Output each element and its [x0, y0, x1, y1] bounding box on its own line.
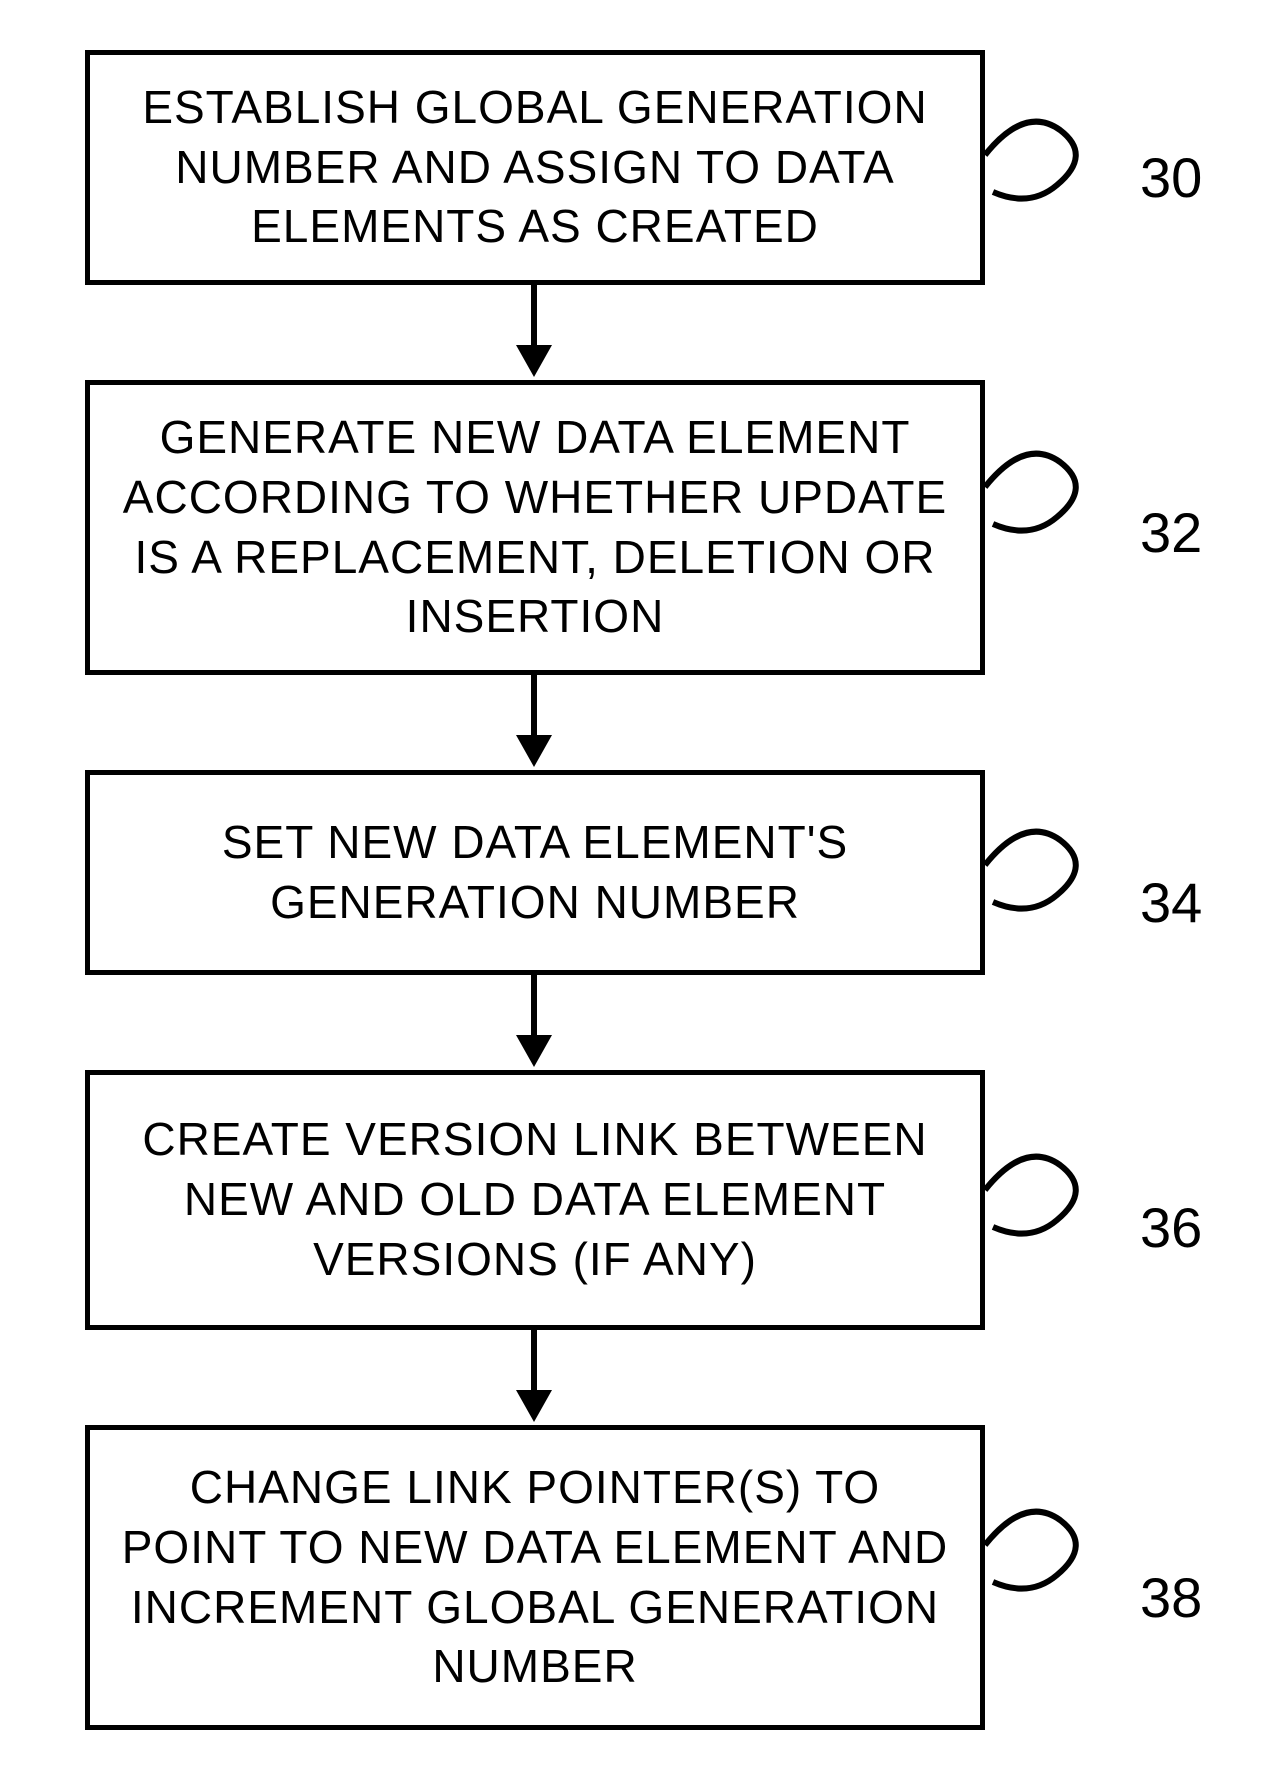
- step-text: CHANGE LINK POINTER(S) TO POINT TO NEW D…: [120, 1458, 950, 1697]
- connector-line: [985, 810, 1095, 920]
- flow-arrow: [531, 975, 537, 1035]
- step-text: GENERATE NEW DATA ELEMENT ACCORDING TO W…: [120, 408, 950, 647]
- connector-line: [985, 432, 1095, 542]
- arrow-head-icon: [516, 345, 552, 377]
- arrow-head-icon: [516, 1390, 552, 1422]
- flow-arrow: [531, 675, 537, 735]
- flowchart-step-32: GENERATE NEW DATA ELEMENT ACCORDING TO W…: [85, 380, 985, 675]
- flowchart-step-36: CREATE VERSION LINK BETWEEN NEW AND OLD …: [85, 1070, 985, 1330]
- connector-line: [985, 1135, 1095, 1245]
- flowchart-step-30: ESTABLISH GLOBAL GENERATION NUMBER AND A…: [85, 50, 985, 285]
- arrow-head-icon: [516, 735, 552, 767]
- flow-arrow: [531, 1330, 537, 1390]
- arrow-head-icon: [516, 1035, 552, 1067]
- flowchart-step-38: CHANGE LINK POINTER(S) TO POINT TO NEW D…: [85, 1425, 985, 1730]
- step-label: 32: [1140, 500, 1202, 565]
- step-label: 38: [1140, 1565, 1202, 1630]
- step-label: 30: [1140, 145, 1202, 210]
- flow-arrow: [531, 285, 537, 345]
- step-text: SET NEW DATA ELEMENT'S GENERATION NUMBER: [120, 813, 950, 933]
- step-text: ESTABLISH GLOBAL GENERATION NUMBER AND A…: [120, 78, 950, 257]
- connector-line: [985, 100, 1095, 210]
- step-text: CREATE VERSION LINK BETWEEN NEW AND OLD …: [120, 1110, 950, 1289]
- step-label: 34: [1140, 870, 1202, 935]
- flowchart-step-34: SET NEW DATA ELEMENT'S GENERATION NUMBER: [85, 770, 985, 975]
- flowchart-diagram: ESTABLISH GLOBAL GENERATION NUMBER AND A…: [0, 0, 1281, 1791]
- step-label: 36: [1140, 1195, 1202, 1260]
- connector-line: [985, 1490, 1095, 1600]
